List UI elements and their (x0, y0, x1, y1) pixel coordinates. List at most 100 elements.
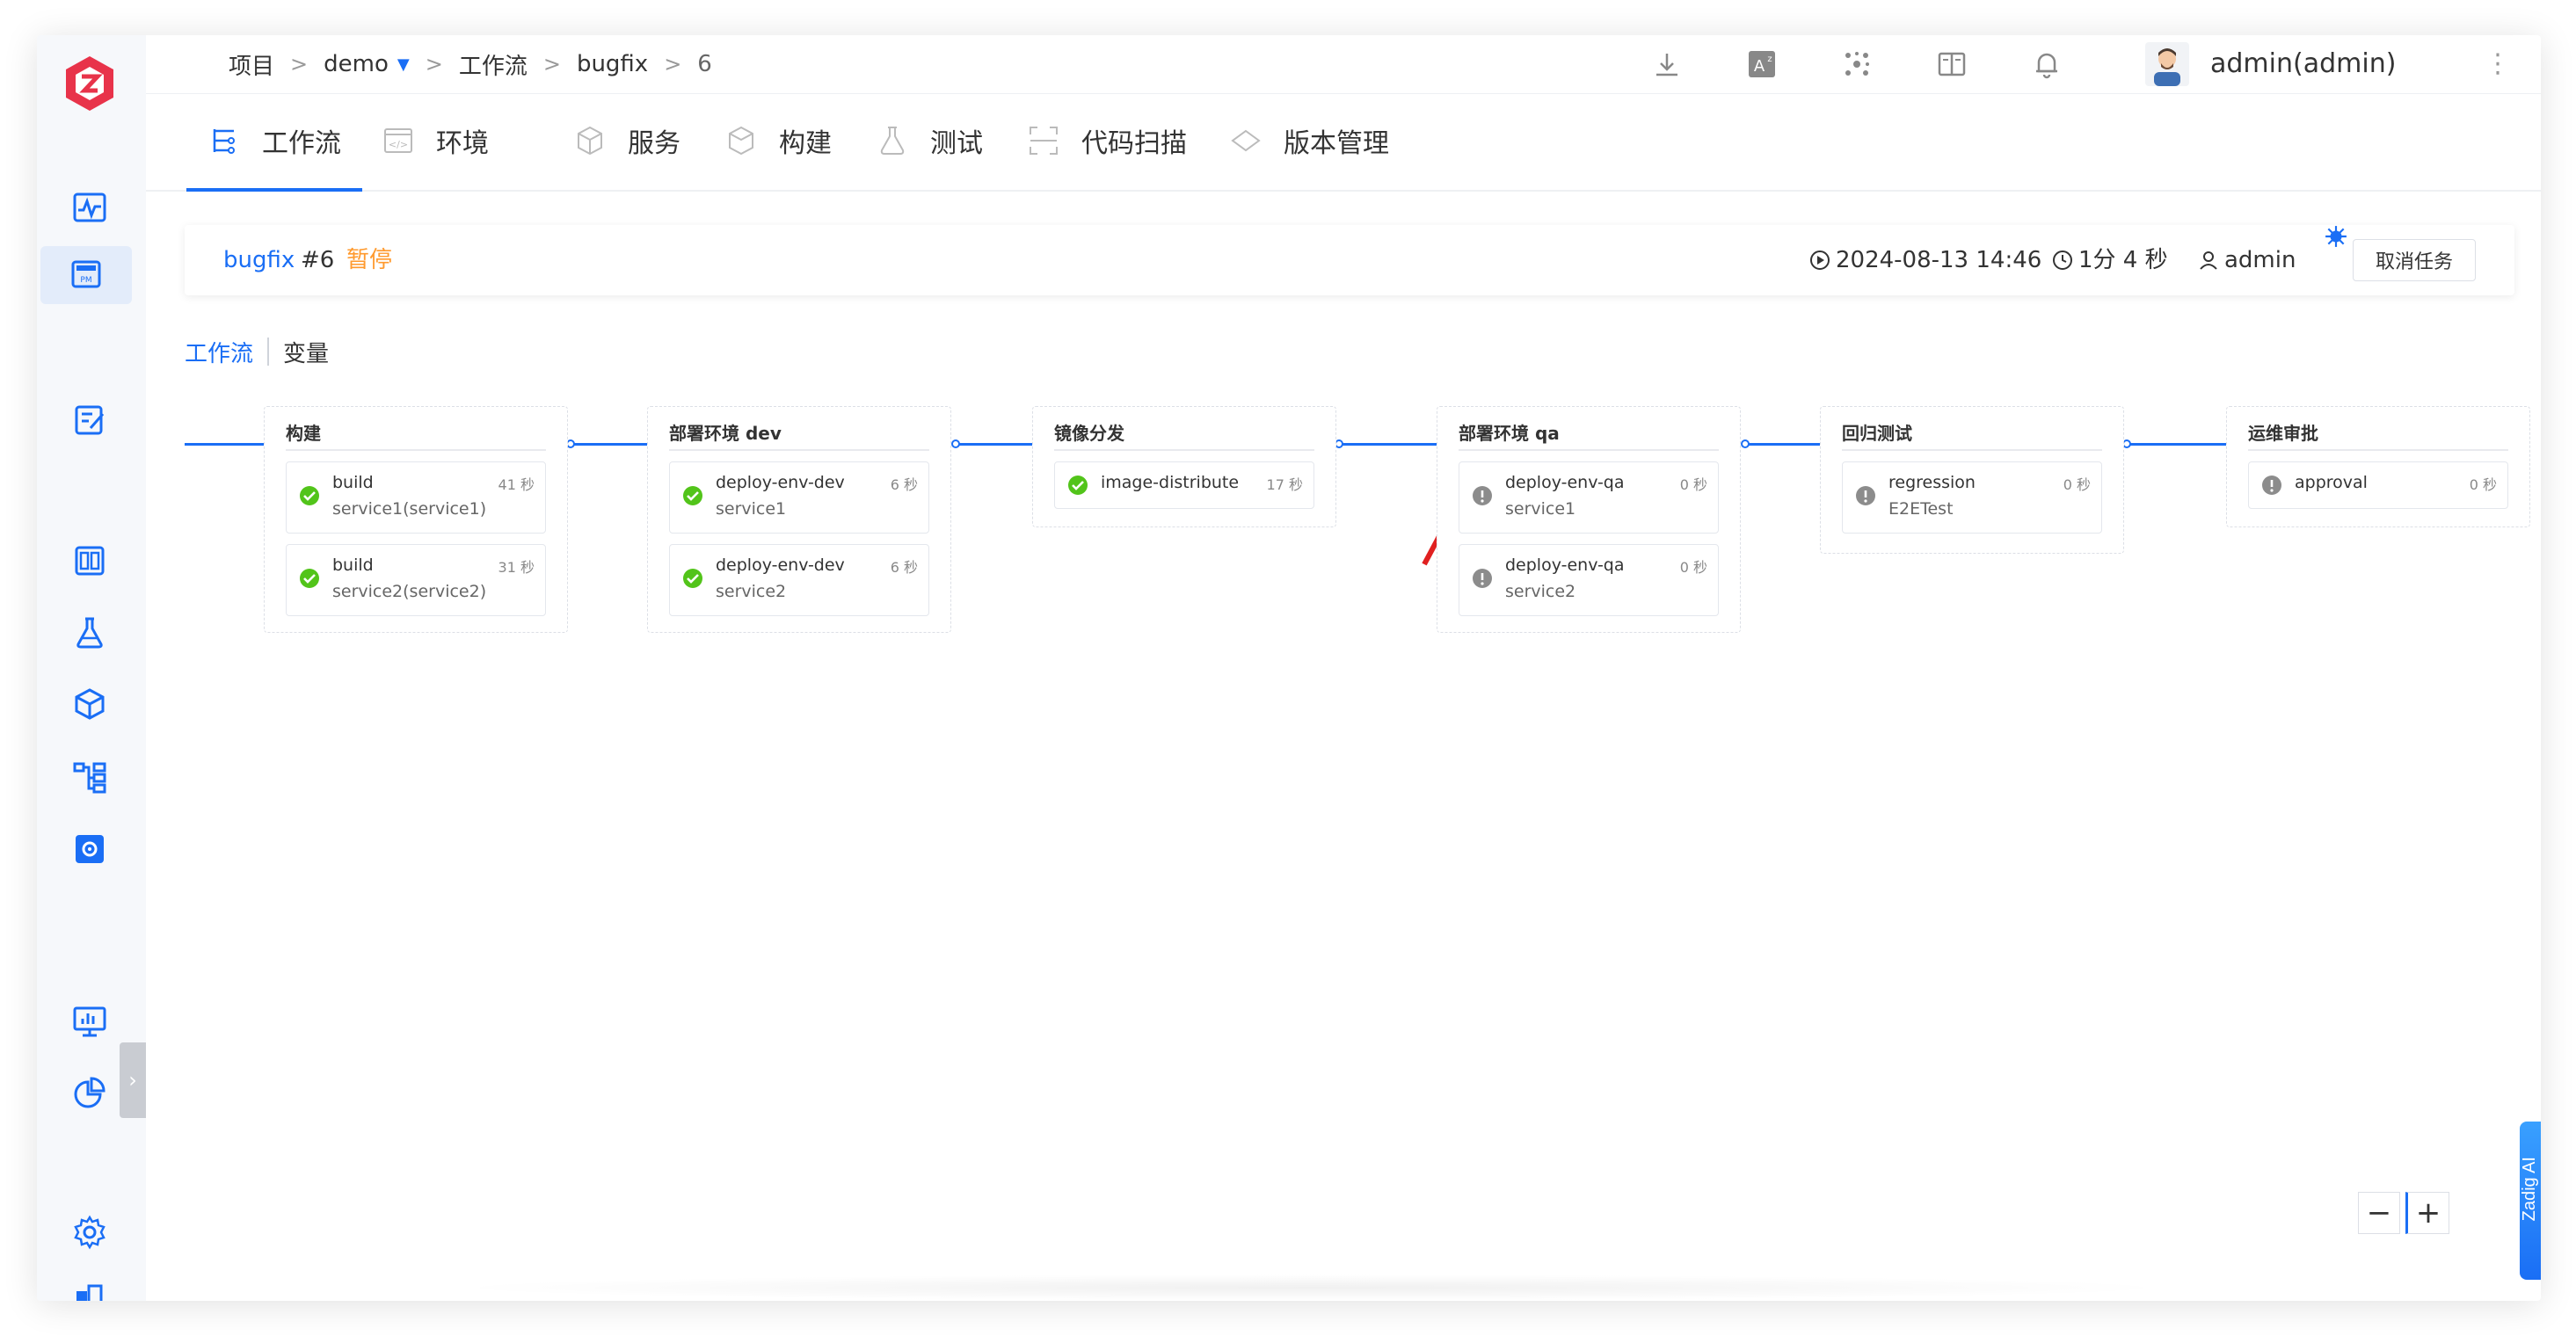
app-window: PM › 项目 > demo ▼ > 工作流 > bugfix > 6 A z … (37, 35, 2541, 1301)
zoom-in-button[interactable]: + (2405, 1192, 2449, 1234)
environment-code-icon: </> (384, 128, 412, 153)
cancel-task-button[interactable]: 取消任务 (2353, 239, 2476, 281)
job-duration: 6 秒 (890, 559, 918, 576)
job-card[interactable]: deploy-env-qa service2 0 秒 (1459, 544, 1719, 616)
tab-workflow[interactable]: 工作流 (207, 93, 341, 188)
top-bar: 项目 > demo ▼ > 工作流 > bugfix > 6 Az admin(… (146, 35, 2541, 94)
breadcrumb-separator: > (425, 52, 443, 76)
debug-bug-icon[interactable] (2325, 225, 2353, 248)
tab-label: 环境 (436, 128, 489, 159)
tab-label: 测试 (930, 128, 983, 159)
resource-tree-icon[interactable] (65, 752, 114, 802)
zadig-logo[interactable] (63, 54, 116, 113)
svg-text:</>: </> (389, 139, 408, 150)
release-plan-icon[interactable] (65, 396, 114, 445)
tab-label: 工作流 (262, 128, 341, 159)
job-duration: 17 秒 (1266, 476, 1303, 493)
docs-book-icon[interactable] (1936, 48, 1968, 80)
enterprise-building-icon[interactable] (65, 1276, 114, 1301)
job-card[interactable]: deploy-env-dev service2 6 秒 (669, 544, 929, 616)
artifact-package-icon[interactable] (65, 680, 114, 730)
translate-icon[interactable]: Az (1746, 48, 1778, 80)
breadcrumb-demo[interactable]: demo (324, 51, 389, 77)
stage-title: 回归测试 (1842, 419, 2102, 451)
success-check-icon (683, 569, 702, 588)
user-icon (2200, 251, 2217, 270)
zoom-controls: − + (2358, 1192, 2449, 1234)
subtab-workflow[interactable]: 工作流 (185, 336, 253, 368)
job-card[interactable]: deploy-env-qa service1 0 秒 (1459, 461, 1719, 534)
success-check-icon (683, 486, 702, 505)
more-vertical-icon[interactable]: ⋮ (2485, 35, 2511, 93)
success-check-icon (300, 486, 319, 505)
job-card[interactable]: image-distribute 17 秒 (1054, 461, 1314, 509)
stage-title: 部署环境 qa (1459, 419, 1719, 451)
sidebar-expand-toggle[interactable]: › (120, 1042, 146, 1118)
username[interactable]: admin(admin) (2210, 35, 2396, 93)
tab-service[interactable]: 服务 (573, 93, 680, 188)
breadcrumb-project[interactable]: 项目 (229, 48, 274, 81)
active-tab-indicator (186, 188, 362, 192)
monitor-stats-icon[interactable] (65, 997, 114, 1046)
stage-deploy-dev: 部署环境 dev deploy-env-dev service1 6 秒 dep… (647, 406, 951, 633)
job-name: deploy-env-dev (716, 555, 845, 575)
caret-down-icon[interactable]: ▼ (397, 55, 410, 74)
job-name: deploy-env-qa (1505, 473, 1625, 492)
tab-environment[interactable]: </> 环境 (382, 93, 489, 188)
job-service: service2 (716, 582, 787, 601)
workflow-icon (213, 129, 235, 154)
task-creator: admin (2198, 225, 2296, 295)
zadig-ai-assistant-tab[interactable]: Zadig AI (2520, 1122, 2541, 1280)
job-card[interactable]: build service2(service2) 31 秒 (286, 544, 546, 616)
pie-chart-icon[interactable] (65, 1069, 114, 1118)
play-circle-icon (1810, 250, 1830, 270)
templates-icon[interactable] (65, 536, 114, 585)
tab-label: 服务 (628, 128, 680, 159)
task-status: 暂停 (346, 247, 393, 273)
breadcrumb-workflow[interactable]: 工作流 (459, 48, 528, 81)
pipeline-connector (1342, 443, 1445, 446)
job-card[interactable]: deploy-env-dev service1 6 秒 (669, 461, 929, 534)
job-name: deploy-env-qa (1505, 555, 1625, 575)
settings-gear-icon[interactable] (65, 1208, 114, 1257)
pending-exclamation-icon (1473, 569, 1492, 588)
job-card[interactable]: build service1(service1) 41 秒 (286, 461, 546, 534)
tab-version-management[interactable]: 版本管理 (1229, 93, 1389, 188)
tab-test[interactable]: 测试 (876, 93, 983, 188)
sidebar: PM › (37, 35, 146, 1301)
user-avatar[interactable] (2145, 42, 2189, 86)
subtab-variables[interactable]: 变量 (283, 336, 329, 368)
job-service: E2ETest (1888, 499, 1954, 519)
task-duration: 1分 4 秒 (2052, 225, 2168, 295)
pending-exclamation-icon (1856, 486, 1875, 505)
download-icon[interactable] (1651, 48, 1683, 80)
notification-bell-icon[interactable] (2031, 48, 2063, 80)
stage-title: 运维审批 (2248, 419, 2508, 451)
job-duration: 41 秒 (498, 476, 535, 493)
stage-title: 构建 (286, 419, 546, 451)
project-pm-icon[interactable]: PM (40, 246, 132, 304)
subtab-divider (267, 338, 270, 366)
system-settings-box-icon[interactable] (65, 824, 114, 874)
stage-regression-test: 回归测试 regression E2ETest 0 秒 (1820, 406, 2124, 554)
breadcrumb-run: 6 (697, 51, 712, 77)
task-workflow-name[interactable]: bugfix (223, 225, 295, 295)
zoom-out-button[interactable]: − (2358, 1192, 2400, 1234)
tab-code-scan[interactable]: 代码扫描 (1027, 93, 1187, 188)
project-tabs: 工作流 </> 环境 服务 构建 测试 代码扫描 版本管理 (146, 93, 2541, 192)
tab-label: 代码扫描 (1081, 128, 1187, 159)
test-flask-icon (880, 127, 905, 155)
svg-text:z: z (1767, 54, 1772, 64)
breadcrumb-bugfix[interactable]: bugfix (577, 51, 648, 77)
job-duration: 0 秒 (2469, 476, 2497, 493)
plugins-icon[interactable] (1841, 48, 1873, 80)
job-duration: 0 秒 (2063, 476, 2091, 493)
svg-text:A: A (1754, 57, 1765, 76)
task-number: #6 (301, 247, 335, 273)
job-card[interactable]: approval 0 秒 (2248, 461, 2508, 509)
dashboard-icon[interactable] (65, 183, 114, 232)
job-card[interactable]: regression E2ETest 0 秒 (1842, 461, 2102, 534)
tab-build[interactable]: 构建 (724, 93, 832, 188)
testing-flask-icon[interactable] (65, 608, 114, 657)
job-name: approval (2295, 473, 2368, 492)
